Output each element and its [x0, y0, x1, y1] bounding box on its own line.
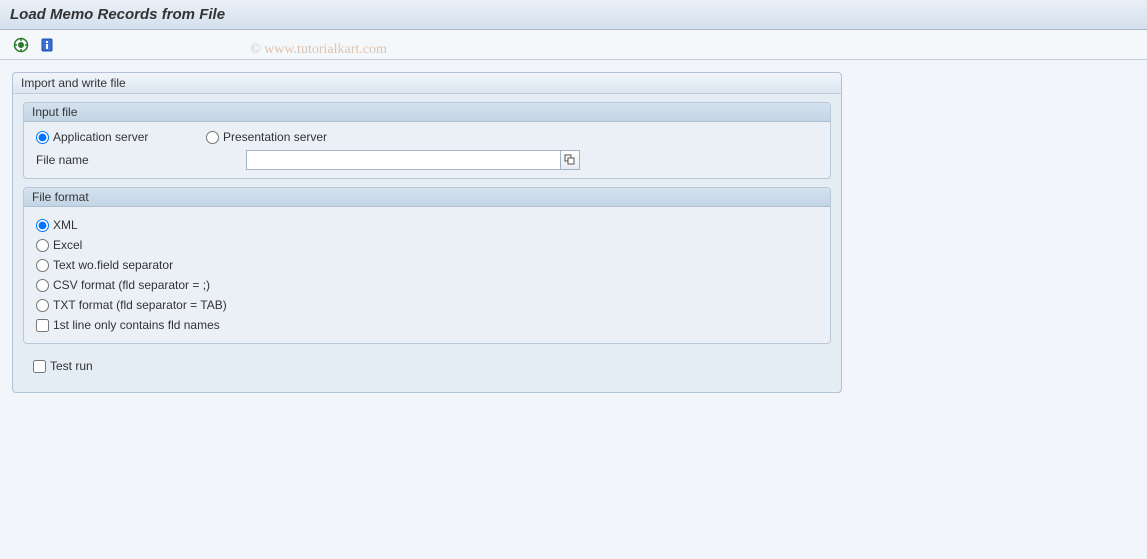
radio-pres-server-label: Presentation server [223, 130, 327, 144]
file-name-label: File name [36, 153, 246, 167]
checkbox-test-run-label: Test run [50, 359, 93, 373]
file-name-f4-button[interactable] [560, 150, 580, 170]
panel-title: Import and write file [13, 73, 841, 94]
page-title: Load Memo Records from File [10, 6, 225, 23]
radio-pres-server[interactable] [206, 131, 219, 144]
radio-app-server-label: Application server [53, 130, 148, 144]
radio-excel-label: Excel [53, 238, 82, 252]
execute-button[interactable] [10, 34, 32, 56]
radio-csv-label: CSV format (fld separator = ;) [53, 278, 210, 292]
radio-text-wo[interactable] [36, 259, 49, 272]
file-name-input[interactable] [246, 150, 561, 170]
radio-csv[interactable] [36, 279, 49, 292]
title-bar: Load Memo Records from File [0, 0, 1147, 30]
radio-app-server[interactable] [36, 131, 49, 144]
checkbox-first-line-label: 1st line only contains fld names [53, 318, 220, 332]
input-file-title: Input file [24, 103, 830, 122]
radio-excel[interactable] [36, 239, 49, 252]
radio-txt-tab[interactable] [36, 299, 49, 312]
checkbox-first-line[interactable] [36, 319, 49, 332]
import-write-panel: Import and write file Input file Applica… [12, 72, 842, 393]
input-file-group: Input file Application server Presentati… [23, 102, 831, 179]
checkbox-test-run[interactable] [33, 360, 46, 373]
file-format-group: File format XML Excel Text wo.field sepa… [23, 187, 831, 344]
radio-xml-label: XML [53, 218, 78, 232]
info-button[interactable] [36, 34, 58, 56]
file-format-title: File format [24, 188, 830, 207]
toolbar [0, 30, 1147, 60]
radio-text-wo-label: Text wo.field separator [53, 258, 173, 272]
radio-xml[interactable] [36, 219, 49, 232]
radio-txt-tab-label: TXT format (fld separator = TAB) [53, 298, 227, 312]
content-area: Import and write file Input file Applica… [0, 60, 1147, 559]
